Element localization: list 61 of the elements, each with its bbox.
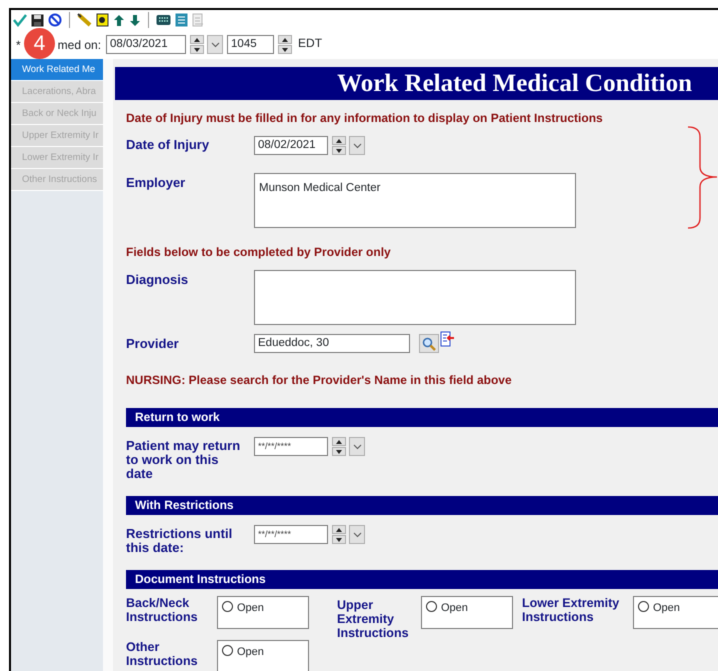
caret-icon [210, 42, 220, 48]
save-icon[interactable] [31, 14, 44, 26]
down-arrow-icon[interactable] [129, 14, 141, 26]
option-label: Open [441, 601, 468, 616]
date-field[interactable]: **/**/**** [254, 525, 328, 544]
cancel-icon[interactable] [48, 13, 62, 27]
field-label: Back/Neck Instructions [126, 596, 199, 626]
caret-icon [352, 532, 362, 538]
required-mark: * [16, 36, 21, 54]
text-area[interactable] [254, 270, 576, 325]
field-label: Other Instructions [126, 640, 199, 670]
radio-button[interactable] [222, 601, 233, 612]
radio-button[interactable] [426, 601, 437, 612]
timezone-label: EDT [298, 35, 322, 52]
option-label: Open [653, 601, 680, 616]
option-label: Open [237, 645, 264, 660]
document-arrow-icon[interactable] [440, 331, 455, 347]
field-label: Diagnosis [126, 271, 190, 287]
keyboard-icon[interactable] [156, 14, 171, 26]
section-header: With Restrictions [126, 496, 718, 515]
field-label: Patient may return to work on this date [126, 437, 242, 481]
date-field[interactable]: 08/03/2021 [106, 35, 186, 54]
field-label: Restrictions until this date: [126, 525, 234, 555]
time-field[interactable]: 1045 [227, 35, 274, 54]
pencil-icon[interactable] [77, 13, 92, 27]
radio-button[interactable] [638, 601, 649, 612]
section-header: Document Instructions [126, 570, 718, 589]
field-label: Upper Extremity Instructions [337, 597, 410, 640]
search-button[interactable] [419, 334, 439, 353]
field-label: Employer [126, 174, 186, 190]
spinner[interactable] [332, 437, 346, 456]
notice-text: Date of Injury must be filled in for any information to display on Patient Instructions [125, 111, 604, 126]
spinner[interactable] [278, 35, 292, 54]
dropdown-button[interactable] [349, 136, 365, 155]
radio-button[interactable] [222, 645, 233, 656]
option-label: Open [237, 601, 264, 616]
field-label: Lower Extremity Instructions [522, 596, 620, 626]
date-field[interactable]: **/**/**** [254, 437, 328, 456]
field-label: Provider [126, 335, 180, 351]
notice-text: NURSING: Please search for the Provider's Name in this field above [125, 373, 513, 388]
field-label: Date of Injury [126, 136, 210, 152]
list-icon[interactable] [175, 13, 188, 27]
sidebar-item[interactable]: Work Related Me [11, 59, 103, 81]
date-field[interactable]: 08/02/2021 [254, 136, 328, 155]
dropdown-button[interactable] [349, 525, 365, 544]
form-title: Work Related Medical Condition [115, 67, 718, 100]
field-label: med on: [58, 36, 102, 54]
text-area[interactable]: Munson Medical Center [254, 173, 576, 228]
spinner[interactable] [332, 136, 346, 155]
spinner[interactable] [190, 35, 204, 54]
provider-field[interactable]: Edueddoc, 30 [254, 334, 410, 353]
section-header: Return to work [126, 408, 718, 427]
document-person-icon[interactable] [96, 13, 109, 27]
check-icon[interactable] [13, 13, 27, 27]
notice-text: Fields below to be completed by Provider only [125, 245, 392, 260]
caret-icon [352, 444, 362, 450]
spinner[interactable] [332, 525, 346, 544]
caret-icon [352, 142, 362, 148]
dropdown-button[interactable] [349, 437, 365, 456]
dropdown-button[interactable] [207, 35, 224, 54]
up-arrow-icon[interactable] [113, 14, 125, 26]
